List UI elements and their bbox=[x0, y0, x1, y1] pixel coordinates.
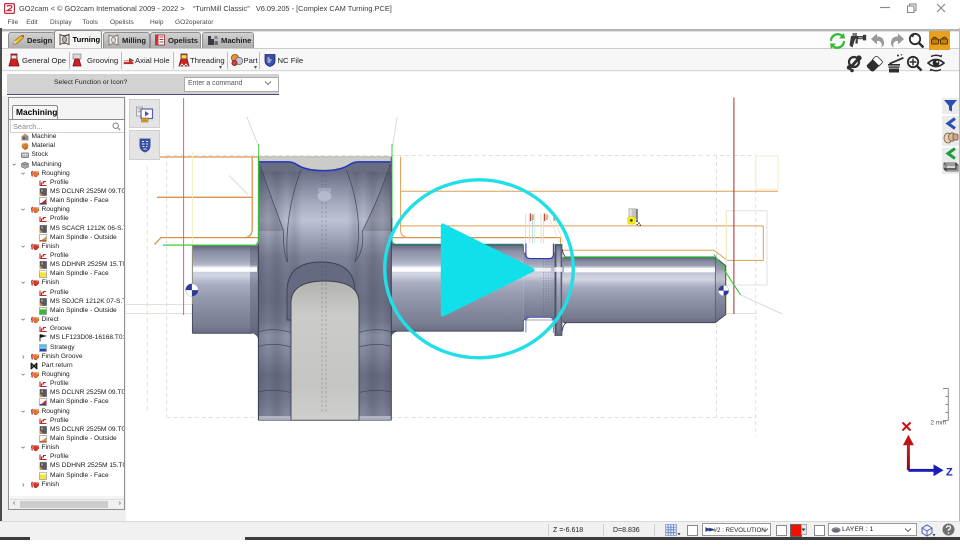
svg-text:Z: Z bbox=[946, 467, 953, 479]
svg-text:2 mm: 2 mm bbox=[931, 420, 947, 427]
